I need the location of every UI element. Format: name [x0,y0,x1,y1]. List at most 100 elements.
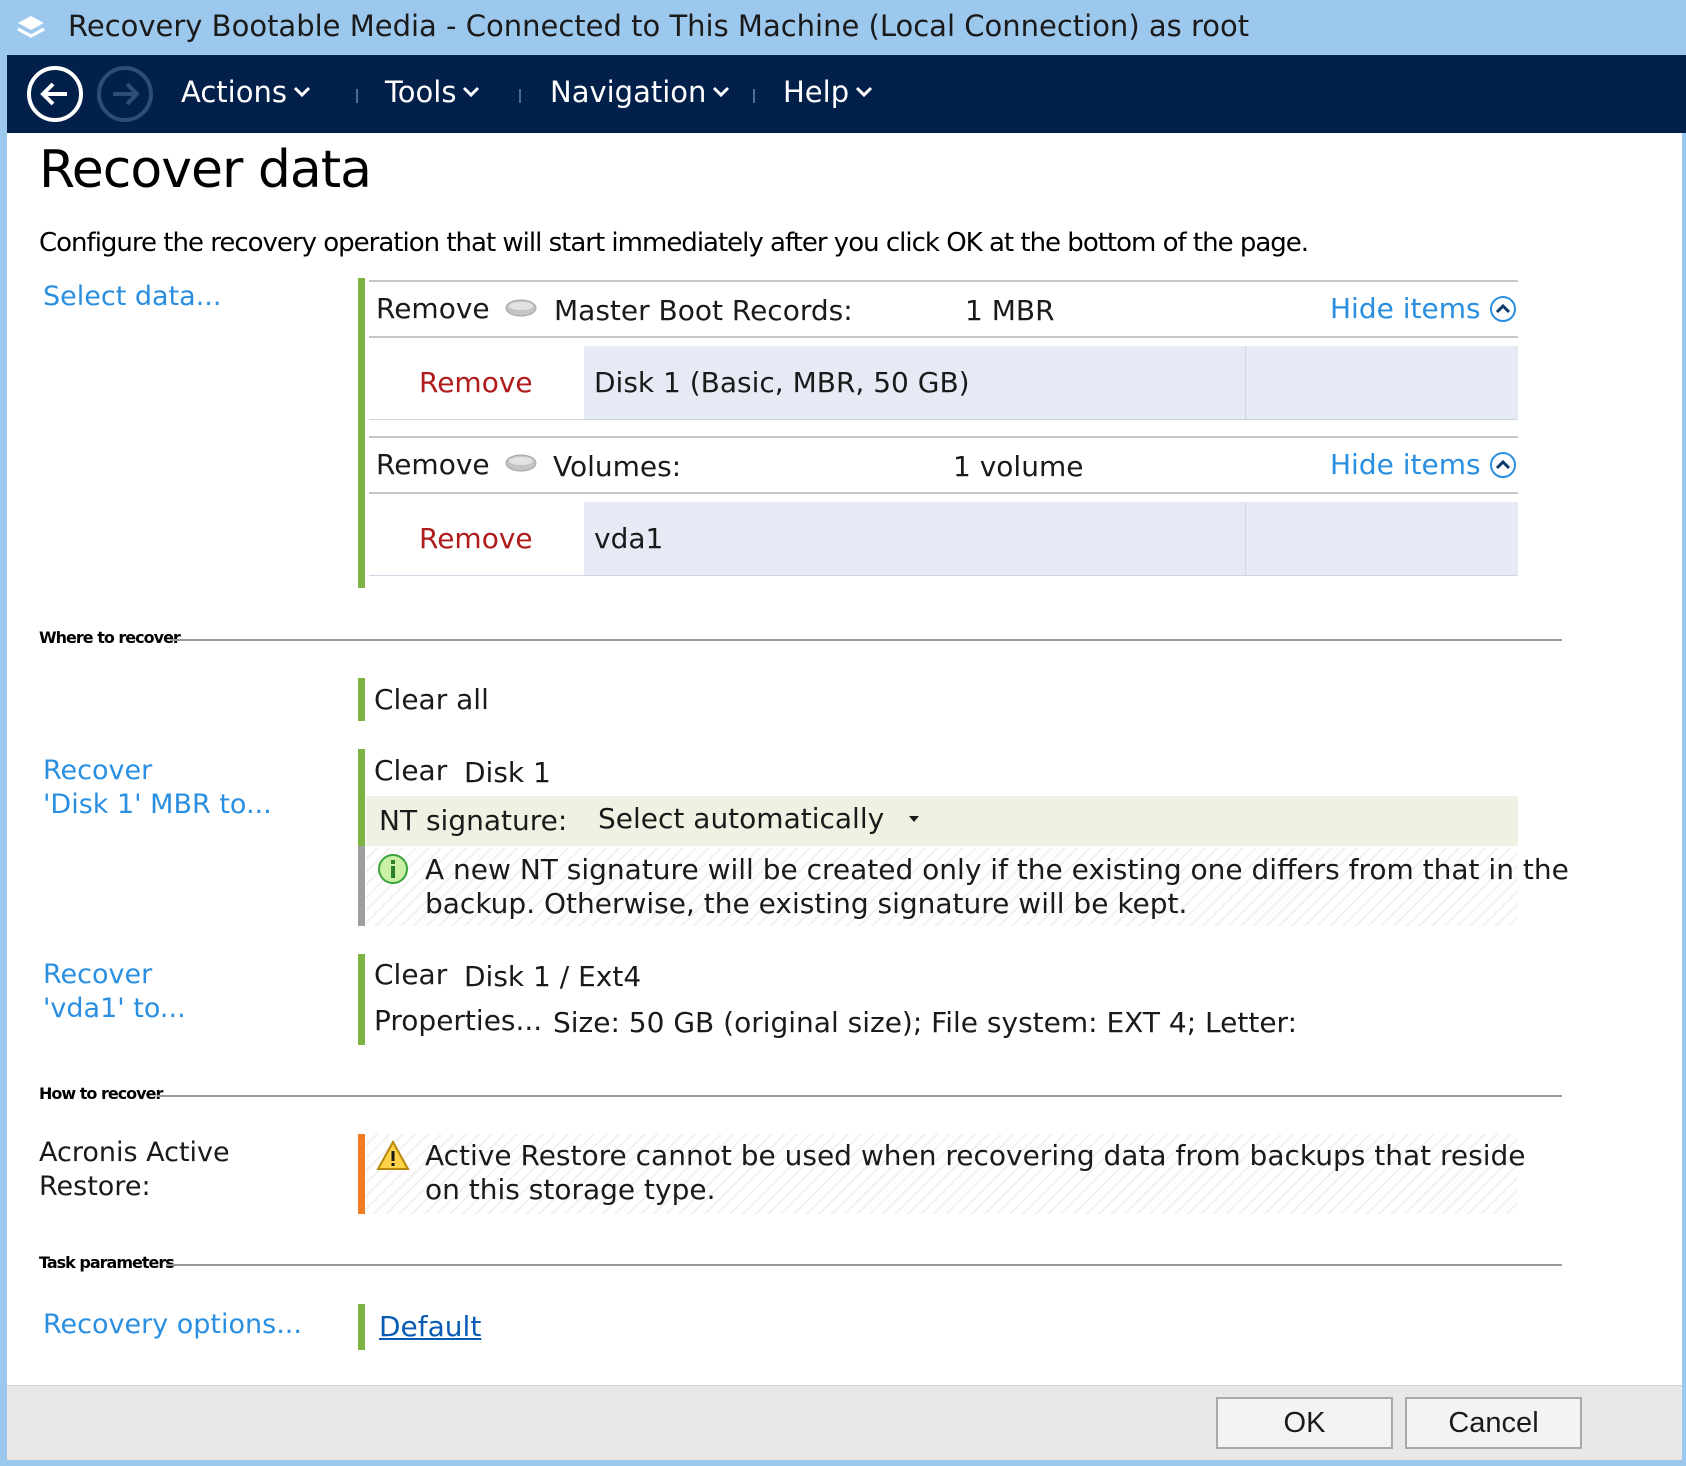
recover-volume-line2: 'vda1' to... [43,993,186,1024]
divider [369,492,1518,494]
menu-actions-label: Actions [181,75,287,109]
section-heading-how: How to recover [39,1084,163,1103]
chevron-down-icon [463,86,480,98]
recover-mbr-link[interactable]: Recover 'Disk 1' MBR to... [43,754,272,822]
volume-properties-link[interactable]: Properties... [374,1004,542,1037]
recover-mbr-line2: 'Disk 1' MBR to... [43,789,272,820]
nt-signature-dropdown[interactable]: Select automatically [598,802,920,835]
clear-all-link[interactable]: Clear all [374,683,489,716]
remove-cell: Remove [369,502,584,576]
collapse-up-icon [1489,451,1516,478]
item-value: Disk 1 (Basic, MBR, 50 GB) [594,366,970,399]
section-heading-where: Where to recover [39,628,181,647]
menu-navigation[interactable]: Navigation [550,75,730,109]
remove-mbr-group-button[interactable]: Remove [376,292,490,325]
menu-help[interactable]: Help [783,75,873,109]
section-heading-task: Task parameters [39,1253,175,1272]
window-title: Recovery Bootable Media - Connected to T… [68,9,1250,43]
recovery-options-bar [358,1304,365,1350]
warning-line1: Active Restore cannot be used when recov… [425,1139,1526,1172]
active-restore-line1: Acronis Active [39,1137,230,1168]
ok-button[interactable]: OK [1216,1397,1393,1449]
mbr-target-value: Disk 1 [464,756,551,789]
section-divider [166,1264,1562,1266]
item-value: vda1 [594,522,664,555]
clear-mbr-link[interactable]: Clear [374,754,447,787]
disk-icon [505,454,537,472]
menu-tools[interactable]: Tools [385,75,480,109]
remove-volumes-group-button[interactable]: Remove [376,448,490,481]
volume-properties-details: Size: 50 GB (original size); File system… [553,1006,1297,1039]
clear-all-bar [358,678,365,721]
nt-info-line2: backup. Otherwise, the existing signatur… [425,887,1188,920]
recover-volume-link[interactable]: Recover 'vda1' to... [43,958,186,1026]
menu-separator [356,89,358,103]
forward-arrow-icon [113,82,140,106]
window-titlebar: Recovery Bootable Media - Connected to T… [0,0,1686,55]
volumes-group-count: 1 volume [953,450,1084,483]
active-restore-label: Acronis Active Restore: [39,1136,230,1204]
volume-target-value: Disk 1 / Ext4 [464,960,642,993]
active-restore-line2: Restore: [39,1171,151,1202]
mbr-info-bar [358,846,365,926]
warning-icon [376,1139,410,1170]
list-item: Remove vda1 [369,502,1518,576]
mbr-group-name: Master Boot Records: [554,294,853,327]
back-button[interactable] [27,66,83,122]
remove-item-button[interactable]: Remove [419,366,533,399]
info-icon [378,854,408,884]
window-border-bottom [0,1460,1686,1466]
menu-bar: Actions Tools Navigation Help [7,55,1686,133]
remove-item-button[interactable]: Remove [419,522,533,555]
nt-signature-value: Select automatically [598,802,885,835]
menu-help-label: Help [783,75,850,109]
clear-volume-link[interactable]: Clear [374,958,447,991]
recovery-options-default-link[interactable]: Default [379,1310,481,1343]
hide-items-label: Hide items [1330,448,1481,481]
warning-bar [358,1134,365,1214]
forward-button[interactable] [97,66,153,122]
acronis-layers-icon [17,16,45,38]
collapse-up-icon [1489,295,1516,322]
section-divider [170,639,1562,641]
hide-volume-items-link[interactable]: Hide items [1330,448,1517,481]
nt-signature-label: NT signature: [379,804,568,837]
mbr-group-count: 1 MBR [965,294,1055,327]
menu-separator [753,89,755,103]
remove-cell: Remove [369,346,584,420]
hide-mbr-items-link[interactable]: Hide items [1330,292,1517,325]
divider [369,336,1518,338]
select-data-link[interactable]: Select data... [43,280,221,314]
menu-separator [519,89,521,103]
mbr-target-bar [358,749,365,846]
item-value-cell: vda1 [584,502,1246,576]
divider [369,436,1518,438]
chevron-down-icon [293,86,310,98]
warning-line2: on this storage type. [425,1173,716,1206]
list-item: Remove Disk 1 (Basic, MBR, 50 GB) [369,346,1518,420]
volume-target-bar [358,954,365,1045]
active-restore-warning: Active Restore cannot be used when recov… [425,1139,1526,1207]
chevron-down-icon [713,86,730,98]
page-title: Recover data [39,140,372,200]
cancel-button[interactable]: Cancel [1405,1397,1582,1449]
disk-icon [505,299,537,317]
chevron-down-icon [856,86,873,98]
item-value-cell: Disk 1 (Basic, MBR, 50 GB) [584,346,1246,420]
window-border-right [1682,55,1686,1466]
select-data-bar [358,278,365,588]
recover-mbr-line1: Recover [43,755,153,786]
back-arrow-icon [40,82,67,106]
menu-navigation-label: Navigation [550,75,707,109]
volumes-group-name: Volumes: [553,450,682,483]
recover-volume-line1: Recover [43,959,153,990]
divider [369,280,1518,282]
nt-info-message: A new NT signature will be created only … [425,853,1569,921]
menu-tools-label: Tools [385,75,457,109]
hide-items-label: Hide items [1330,292,1481,325]
menu-actions[interactable]: Actions [181,75,311,109]
window-border-left [0,55,7,1466]
recovery-options-link[interactable]: Recovery options... [43,1308,302,1342]
dropdown-arrow-icon [909,815,920,822]
nt-info-line1: A new NT signature will be created only … [425,853,1569,886]
